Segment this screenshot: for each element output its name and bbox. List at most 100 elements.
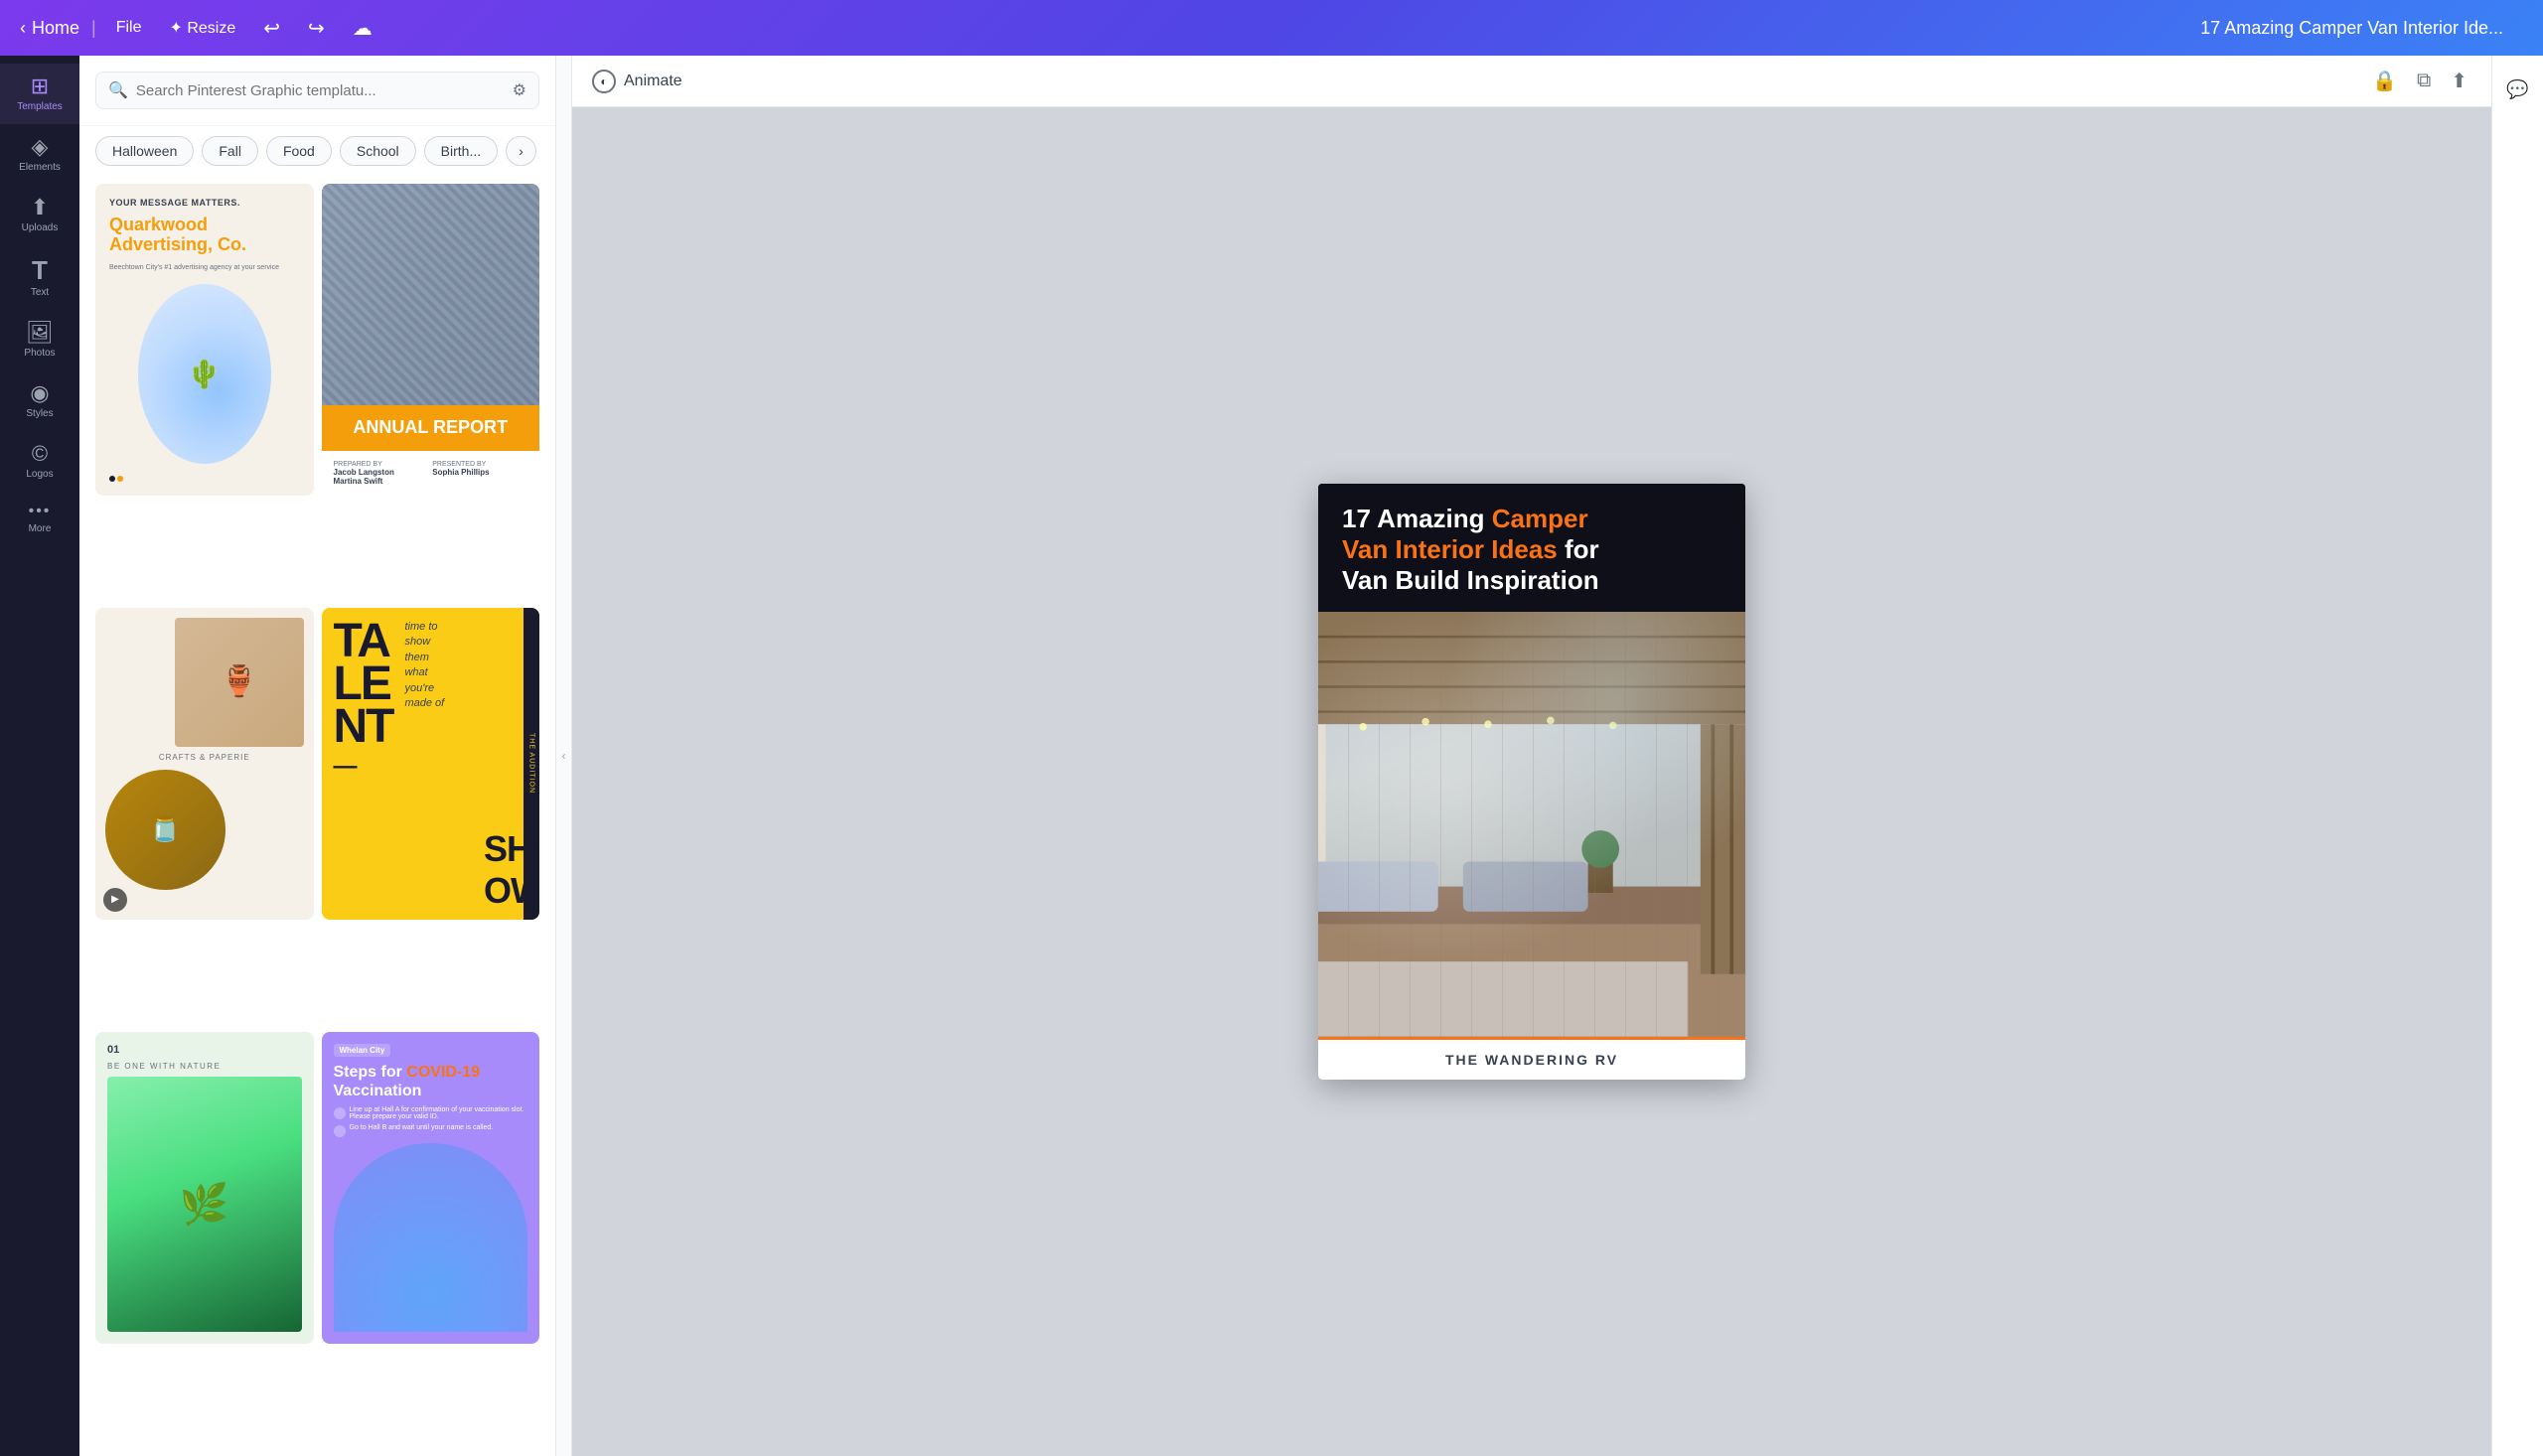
- canvas-footer: THE WANDERING RV: [1318, 1037, 1745, 1080]
- canvas-area: ◐ Animate 🔒 ⧉ ⬆ 17 Amazing Camper Van In…: [572, 56, 2491, 1456]
- covid-step2: Go to Hall B and wait until your name is…: [334, 1124, 528, 1137]
- right-panel: 💬: [2491, 56, 2543, 1456]
- chevron-left-icon: ‹: [20, 18, 26, 39]
- template-card-annual[interactable]: ANNUAL REPORT PREPARED BY Jacob Langston…: [322, 184, 540, 496]
- qw-decoration: [109, 476, 300, 482]
- sidebar-item-label: Photos: [24, 348, 55, 359]
- resize-label: Resize: [187, 20, 235, 37]
- sidebar-item-text[interactable]: T Text: [0, 245, 79, 310]
- tag-birth[interactable]: Birth...: [424, 136, 498, 166]
- canvas-title-line3: Van Build Inspiration: [1342, 565, 1721, 596]
- more-icon: •••: [29, 504, 52, 519]
- qw-title: Quarkwood Advertising, Co.: [109, 216, 300, 255]
- home-button[interactable]: ‹ Home: [20, 18, 79, 39]
- templates-icon: ⊞: [31, 75, 49, 97]
- canvas-toolbar: ◐ Animate 🔒 ⧉ ⬆: [572, 56, 2491, 107]
- animate-button[interactable]: ◐ Animate: [592, 70, 682, 93]
- covid-title: Steps for COVID-19Vaccination: [334, 1063, 528, 1100]
- template-card-talent[interactable]: TALENT — time toshowthemwhatyou'remade o…: [322, 608, 540, 920]
- talent-italic: time toshowthemwhatyou'remade of: [404, 620, 444, 908]
- prepared-by-name2: Martina Swift: [334, 477, 429, 486]
- styles-icon: ◉: [30, 382, 49, 404]
- talent-dash: —: [334, 753, 393, 781]
- tags-row: Halloween Fall Food School Birth... ›: [79, 126, 555, 176]
- document-title: 17 Amazing Camper Van Interior Ide...: [2200, 18, 2503, 39]
- prepared-by-label: PREPARED BY: [334, 461, 429, 468]
- toolbar-right: 🔒 ⧉ ⬆: [2368, 65, 2471, 97]
- prepared-by-name: Jacob Langston: [334, 468, 429, 477]
- filter-icon[interactable]: ⚙: [513, 80, 526, 100]
- sidebar-item-label: Elements: [19, 162, 61, 173]
- covid-image-area: [334, 1143, 528, 1331]
- canvas-card[interactable]: 17 Amazing Camper Van Interior Ideas for…: [1318, 484, 1745, 1080]
- sidebar-item-label: Text: [31, 287, 49, 298]
- logos-icon: ©: [32, 443, 48, 465]
- lock-icon[interactable]: 🔒: [2368, 65, 2401, 97]
- tag-more-arrow[interactable]: ›: [506, 136, 536, 166]
- share-icon[interactable]: ⬆: [2447, 65, 2471, 97]
- photos-icon: 🖼: [26, 322, 54, 344]
- resize-icon: ✦: [169, 20, 182, 37]
- file-menu[interactable]: File: [108, 15, 150, 41]
- resize-button[interactable]: ✦ Resize: [161, 14, 243, 42]
- sidebar-item-uploads[interactable]: ⬆ Uploads: [0, 185, 79, 245]
- tag-food[interactable]: Food: [266, 136, 332, 166]
- cloud-save-icon: ☁: [345, 12, 380, 45]
- annual-image: [322, 184, 540, 405]
- search-bar: 🔍 ⚙: [79, 56, 555, 126]
- sidebar-item-logos[interactable]: © Logos: [0, 431, 79, 492]
- sidebar-item-label: Styles: [26, 408, 53, 419]
- nature-number: 01: [107, 1044, 302, 1056]
- talent-big-text: TALENT: [334, 620, 393, 749]
- template-card-nature[interactable]: 01 BE ONE WITH NATURE 🌿: [95, 1032, 314, 1344]
- text-icon: T: [32, 257, 48, 283]
- sidebar-item-label: Logos: [26, 469, 53, 480]
- template-card-quarkwood[interactable]: YOUR MESSAGE MATTERS. Quarkwood Advertis…: [95, 184, 314, 496]
- talent-side-bar: THE AUDITION: [524, 608, 539, 920]
- template-card-covid[interactable]: Whelan City Steps for COVID-19Vaccinatio…: [322, 1032, 540, 1344]
- templates-panel: 🔍 ⚙ Halloween Fall Food School Birth... …: [79, 56, 556, 1456]
- sidebar-item-templates[interactable]: ⊞ Templates: [0, 64, 79, 124]
- search-input[interactable]: [136, 82, 505, 99]
- sidebar-item-photos[interactable]: 🖼 Photos: [0, 310, 79, 370]
- canvas-main: 17 Amazing Camper Van Interior Ideas for…: [572, 107, 2491, 1456]
- qw-sub: Beechtown City's #1 advertising agency a…: [109, 263, 300, 273]
- nature-tag: BE ONE WITH NATURE: [107, 1062, 302, 1071]
- tag-school[interactable]: School: [340, 136, 416, 166]
- canvas-img-lines: [1318, 612, 1745, 1037]
- sidebar-item-label: Uploads: [22, 222, 59, 233]
- qw-top-text: YOUR MESSAGE MATTERS.: [109, 198, 300, 208]
- play-button[interactable]: ▶: [103, 888, 127, 912]
- covid-steps: Line up at Hall A for confirmation of yo…: [334, 1106, 528, 1137]
- uploads-icon: ⬆: [31, 197, 49, 218]
- qw-circle-icon: 🌵: [187, 358, 222, 390]
- sidebar-item-elements[interactable]: ◈ Elements: [0, 124, 79, 185]
- sidebar-item-styles[interactable]: ◉ Styles: [0, 370, 79, 431]
- panel-collapse-handle[interactable]: ‹: [556, 56, 572, 1456]
- sidebar-item-label: Templates: [17, 101, 63, 112]
- collapse-icon: ‹: [562, 749, 566, 763]
- sidebar-item-more[interactable]: ••• More: [0, 492, 79, 546]
- search-icon: 🔍: [108, 80, 128, 100]
- annual-footer: PREPARED BY Jacob Langston Martina Swift…: [322, 451, 540, 496]
- canvas-title-line2: Van Interior Ideas for: [1342, 534, 1721, 565]
- tag-halloween[interactable]: Halloween: [95, 136, 194, 166]
- undo-button[interactable]: ↩: [255, 12, 288, 45]
- template-card-crafts[interactable]: 🏺 CRAFTS & PAPERIE 🫙 ▶: [95, 608, 314, 920]
- plant-icon: 🌿: [180, 1181, 229, 1228]
- footer-brand: THE WANDERING RV: [1445, 1052, 1618, 1068]
- home-label: Home: [32, 18, 79, 39]
- topbar-divider: |: [91, 18, 96, 39]
- crafts-image1: 🏺: [175, 618, 304, 747]
- animate-label: Animate: [624, 73, 682, 90]
- tag-fall[interactable]: Fall: [202, 136, 258, 166]
- icon-sidebar: ⊞ Templates ◈ Elements ⬆ Uploads T Text …: [0, 56, 79, 1456]
- qw-image: 🌵: [138, 284, 271, 463]
- comment-icon[interactable]: 💬: [2498, 72, 2536, 108]
- duplicate-icon[interactable]: ⧉: [2413, 66, 2435, 96]
- redo-button[interactable]: ↪: [300, 12, 333, 45]
- presented-by-name: Sophia Phillips: [432, 468, 527, 477]
- canvas-title-line1: 17 Amazing Camper: [1342, 504, 1721, 534]
- presented-by-label: PRESENTED BY: [432, 461, 527, 468]
- annual-banner: ANNUAL REPORT: [322, 405, 540, 451]
